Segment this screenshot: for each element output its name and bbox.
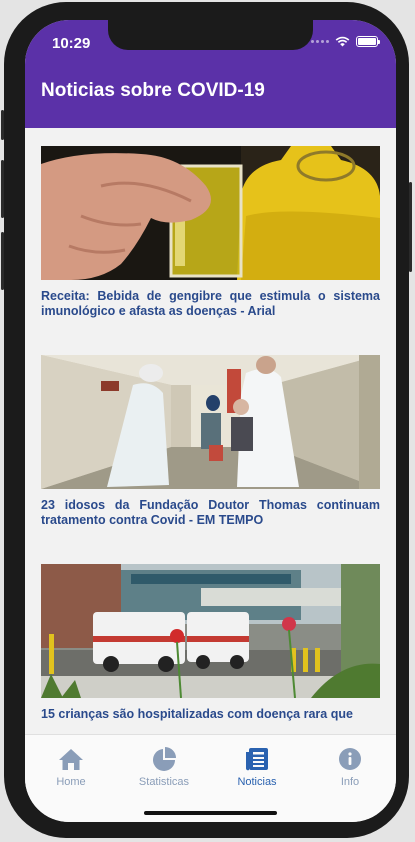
- status-icons: [311, 36, 380, 47]
- signal-icon: [311, 40, 329, 43]
- phone-frame: 10:29 Noticias sobre COVID-19 Receita: B…: [1, 2, 412, 838]
- tab-home-label: Home: [56, 776, 86, 788]
- news-title[interactable]: 23 idosos da Fundação Doutor Thomas cont…: [41, 498, 380, 528]
- home-icon: [59, 749, 83, 770]
- wifi-icon: [335, 36, 350, 47]
- ginger-drink-photo[interactable]: [41, 146, 380, 280]
- app-screen: 10:29 Noticias sobre COVID-19 Receita: B…: [25, 20, 396, 822]
- tab-noticias[interactable]: Noticias: [212, 747, 302, 788]
- power-button: [409, 182, 412, 272]
- news-card[interactable]: 15 crianças são hospitalizadas com doenç…: [41, 564, 380, 722]
- tab-home[interactable]: Home: [26, 747, 116, 788]
- home-indicator: [144, 811, 277, 815]
- hospital-corridor-photo[interactable]: [41, 355, 380, 489]
- tab-statisticas[interactable]: Statisticas: [119, 747, 209, 788]
- tab-bar: Home Statisticas Noticias Info: [25, 734, 396, 822]
- notch: [108, 20, 313, 50]
- app-header: 10:29 Noticias sobre COVID-19: [25, 20, 396, 128]
- volume-up-button: [1, 160, 4, 218]
- news-title[interactable]: 15 crianças são hospitalizadas com doenç…: [41, 707, 380, 722]
- news-feed[interactable]: Receita: Bebida de gengibre que estimula…: [25, 128, 396, 734]
- tab-info-label: Info: [340, 776, 360, 788]
- tab-info[interactable]: Info: [305, 747, 395, 788]
- news-card[interactable]: 23 idosos da Fundação Doutor Thomas cont…: [41, 355, 380, 528]
- ambulances-photo[interactable]: [41, 564, 380, 698]
- status-time: 10:29: [52, 35, 91, 52]
- news-card[interactable]: Receita: Bebida de gengibre que estimula…: [41, 146, 380, 319]
- pie-chart-icon: [153, 747, 176, 771]
- news-icon: [245, 748, 268, 771]
- volume-down-button: [1, 232, 4, 290]
- news-title[interactable]: Receita: Bebida de gengibre que estimula…: [41, 289, 380, 319]
- mute-switch: [1, 110, 4, 140]
- tab-statisticas-label: Statisticas: [138, 776, 190, 788]
- battery-icon: [356, 36, 380, 47]
- tab-noticias-label: Noticias: [237, 776, 277, 788]
- info-icon: [339, 748, 361, 770]
- page-title: Noticias sobre COVID-19: [41, 80, 265, 101]
